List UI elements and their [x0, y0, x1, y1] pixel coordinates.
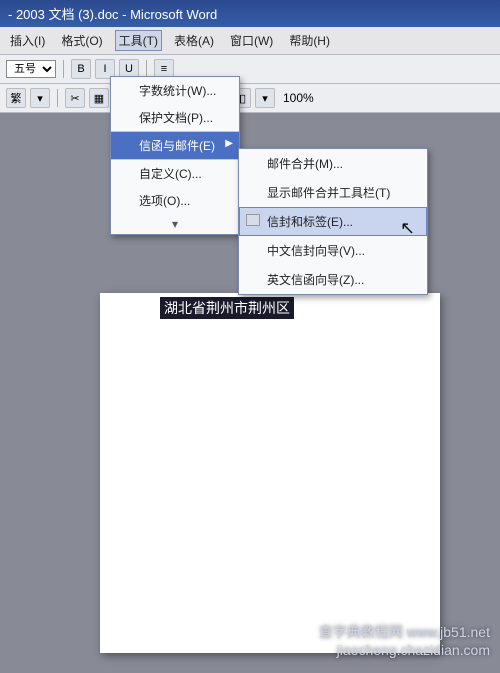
- watermark: 查字典教程网 www.jb51.net jiaocheng.chazidian.…: [319, 623, 490, 659]
- watermark-line1: 查字典教程网 www.jb51.net: [319, 623, 490, 641]
- menu-letters-mail-label: 信函与邮件(E): [139, 139, 215, 153]
- menu-window[interactable]: 窗口(W): [226, 30, 277, 51]
- menu-customize[interactable]: 自定义(C)...: [111, 160, 239, 187]
- menu-table[interactable]: 表格(A): [170, 30, 218, 51]
- envelope-icon: [246, 214, 260, 226]
- menu-word-count[interactable]: 字数统计(W)...: [111, 77, 239, 104]
- menu-bar: 插入(I) 格式(O) 工具(T) 表格(A) 窗口(W) 帮助(H): [0, 27, 500, 55]
- window-title: - 2003 文档 (3).doc - Microsoft Word: [8, 7, 217, 22]
- menu-letters-mail[interactable]: 信函与邮件(E) ▶: [111, 132, 239, 160]
- submenu-english-letter[interactable]: 英文信函向导(Z)...: [239, 265, 427, 294]
- cut-button[interactable]: ✂: [65, 88, 85, 108]
- toolbar-separator: [57, 89, 58, 107]
- menu-format[interactable]: 格式(O): [57, 30, 106, 51]
- toolbar-button[interactable]: ▾: [255, 88, 275, 108]
- submenu-show-toolbar[interactable]: 显示邮件合并工具栏(T): [239, 178, 427, 207]
- tools-dropdown: 字数统计(W)... 保护文档(P)... 信函与邮件(E) ▶ 自定义(C).…: [110, 76, 240, 235]
- letters-mail-submenu: 邮件合并(M)... 显示邮件合并工具栏(T) 信封和标签(E)... 中文信封…: [238, 148, 428, 295]
- font-size-combo[interactable]: 五号: [6, 60, 56, 78]
- toolbar-button[interactable]: ▾: [30, 88, 50, 108]
- watermark-line2: jiaocheng.chazidian.com: [319, 641, 490, 659]
- window-titlebar: - 2003 文档 (3).doc - Microsoft Word: [0, 0, 500, 27]
- menu-tools[interactable]: 工具(T): [115, 30, 162, 51]
- formatting-toolbar: 五号 B I U ≡: [0, 55, 500, 84]
- bold-button[interactable]: B: [71, 59, 91, 79]
- toolbar-separator: [63, 60, 64, 78]
- submenu-envelopes-labels[interactable]: 信封和标签(E)...: [239, 207, 427, 236]
- menu-help[interactable]: 帮助(H): [285, 30, 334, 51]
- zoom-display[interactable]: 100%: [283, 91, 314, 105]
- submenu-mail-merge[interactable]: 邮件合并(M)...: [239, 149, 427, 178]
- menu-insert[interactable]: 插入(I): [6, 30, 49, 51]
- expand-menu-icon[interactable]: ▾: [111, 214, 239, 234]
- trad-simp-button[interactable]: 繁: [6, 88, 26, 108]
- menu-options[interactable]: 选项(O)...: [111, 187, 239, 214]
- menu-protect-document[interactable]: 保护文档(P)...: [111, 104, 239, 132]
- selected-text[interactable]: 湖北省荆州市荆州区: [160, 297, 294, 319]
- submenu-arrow-icon: ▶: [225, 138, 233, 149]
- submenu-envelopes-labels-label: 信封和标签(E)...: [267, 215, 353, 229]
- standard-toolbar: 繁 ▾ ✂ ▦ ▦ ▤ ▥ ≡ ◧ ▾ 100%: [0, 84, 500, 113]
- document-page[interactable]: 湖北省荆州市荆州区: [100, 293, 440, 653]
- submenu-chinese-envelope[interactable]: 中文信封向导(V)...: [239, 236, 427, 265]
- copy-button[interactable]: ▦: [89, 88, 109, 108]
